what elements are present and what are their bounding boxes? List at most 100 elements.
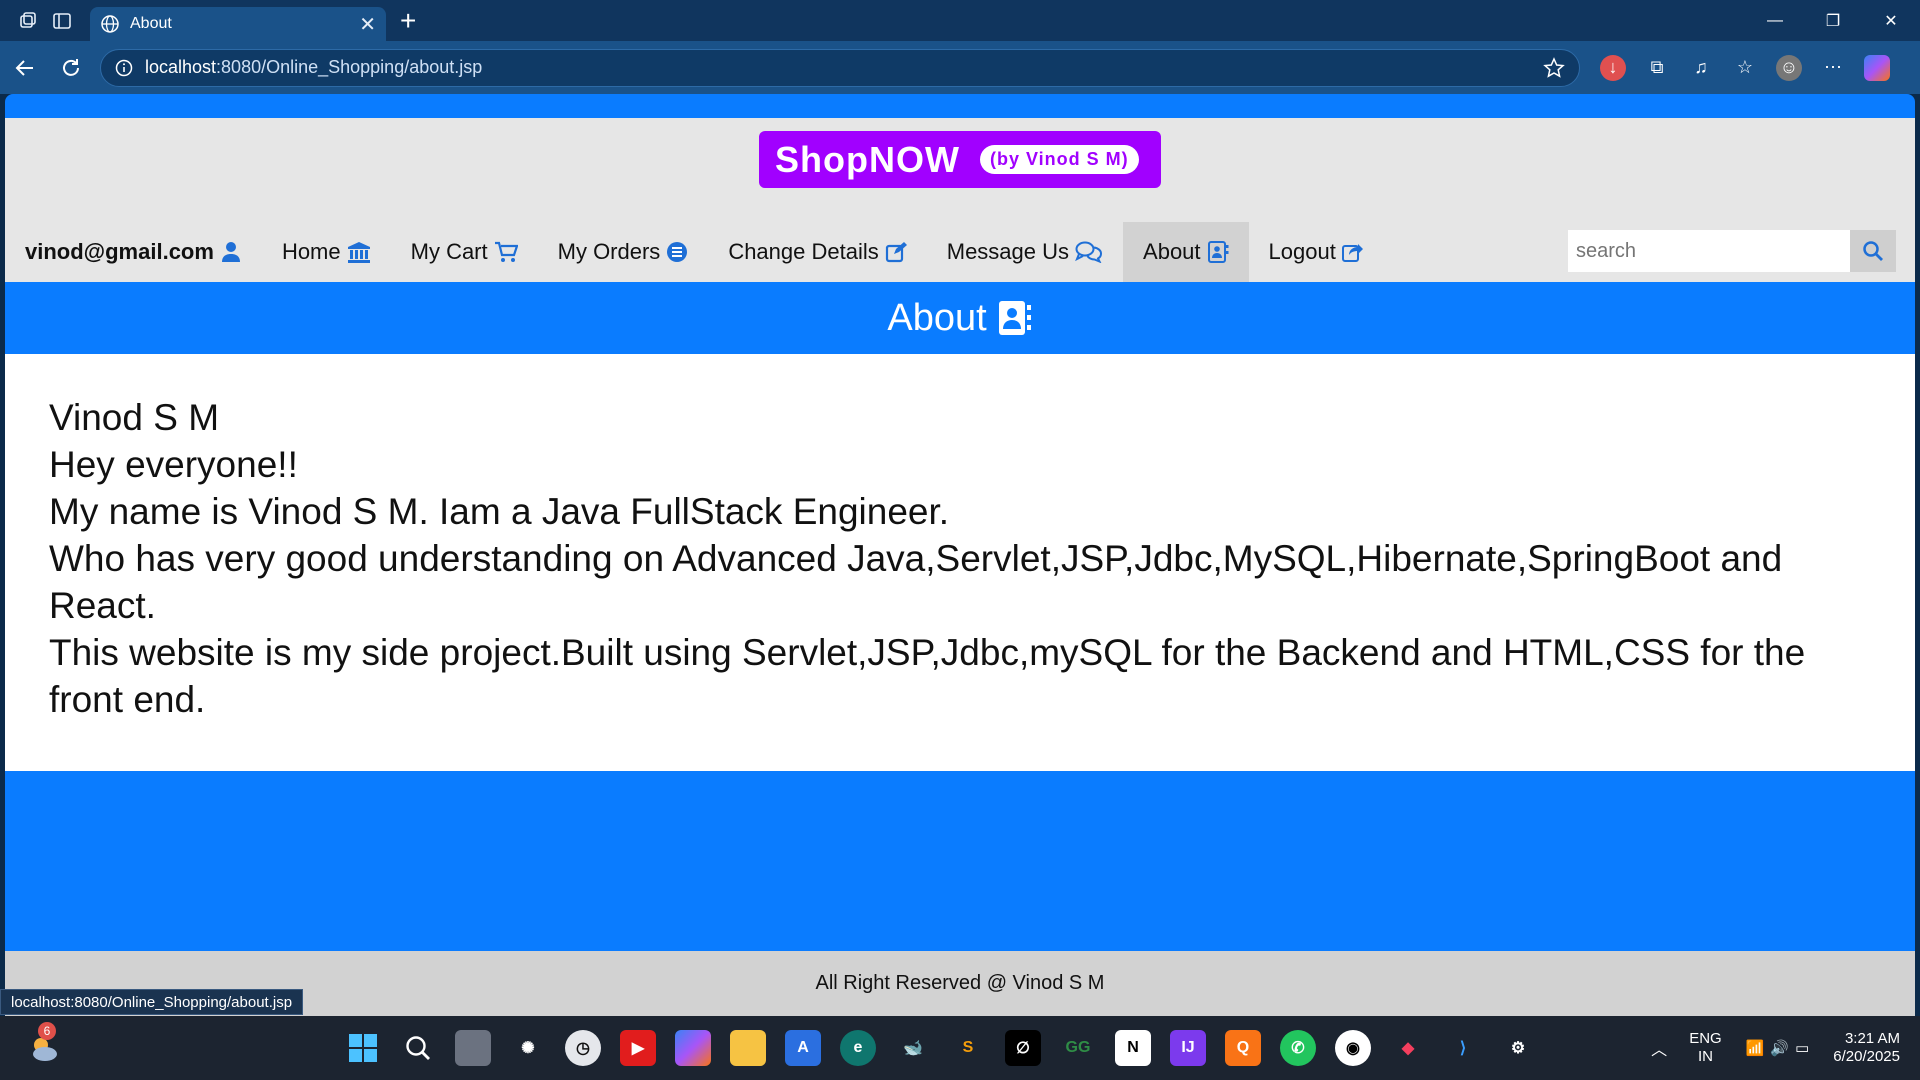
close-window-icon[interactable]: ✕ [1862, 0, 1920, 41]
download-extension-icon[interactable]: ↓ [1600, 54, 1626, 81]
about-greeting: Hey everyone!! [49, 444, 298, 485]
about-skills: Who has very good understanding on Advan… [49, 538, 1783, 626]
git-app-icon[interactable]: ◆ [1390, 1030, 1426, 1066]
menu-logout-label: Logout [1268, 239, 1336, 264]
cursor-app-icon[interactable]: ∅ [1005, 1030, 1041, 1066]
youtube-icon[interactable]: ▶ [620, 1030, 656, 1066]
language-indicator[interactable]: ENG IN [1689, 1030, 1722, 1066]
file-explorer-icon[interactable] [730, 1030, 766, 1066]
cart-icon [494, 241, 518, 262]
start-icon[interactable] [345, 1030, 381, 1066]
list-circle-icon [667, 242, 688, 262]
footer-text: All Right Reserved @ Vinod S M [815, 972, 1105, 994]
menu-message-us[interactable]: Message Us [927, 222, 1123, 282]
search-icon [1863, 241, 1883, 261]
copilot-taskbar-icon[interactable] [675, 1030, 711, 1066]
volume-icon[interactable]: 🔊 [1770, 1039, 1789, 1057]
sublime-icon[interactable]: S [950, 1030, 986, 1066]
wifi-icon[interactable]: 📶 [1746, 1039, 1765, 1057]
search-button[interactable] [1850, 230, 1896, 272]
copilot-icon[interactable] [1864, 54, 1890, 81]
logo-byline: (by Vinod S M) [979, 145, 1139, 174]
clock-time: 3:21 AM [1844, 1030, 1900, 1047]
share-out-icon [1341, 244, 1363, 262]
menu-home[interactable]: Home [262, 222, 391, 282]
menu-message-label: Message Us [946, 239, 1070, 264]
weather-badge: 6 [38, 1022, 56, 1040]
read-aloud-icon[interactable]: ♫ [1688, 55, 1714, 81]
refresh-icon[interactable] [50, 47, 92, 89]
menu-about[interactable]: About [1123, 222, 1249, 282]
about-name: Vinod S M [49, 397, 220, 438]
browser-tab-about[interactable]: About ✕ [90, 7, 386, 41]
clock-app-icon[interactable]: ◷ [565, 1030, 601, 1066]
extensions-area: ↓ ⧉ ♫ ☆ ☺ ⋯ [1600, 54, 1890, 81]
clock[interactable]: 3:21 AM 6/20/2025 [1833, 1030, 1900, 1066]
github-icon[interactable]: ◉ [1335, 1030, 1371, 1066]
user-icon [221, 242, 240, 262]
page-heading-band: About [5, 282, 1915, 354]
clock-date: 6/20/2025 [1833, 1048, 1900, 1065]
page-heading: About [887, 296, 987, 339]
whatsapp-icon[interactable]: ✆ [1280, 1030, 1316, 1066]
edge-browser-icon[interactable]: e [840, 1030, 876, 1066]
web-page: ShopNOW (by Vinod S M) vinod@gmail.com H… [5, 94, 1915, 1016]
menu-logout[interactable]: Logout [1249, 222, 1384, 282]
vscode-icon[interactable]: ⟩ [1445, 1030, 1481, 1066]
q-app-icon[interactable]: Q [1225, 1030, 1261, 1066]
contact-card-icon [1207, 241, 1229, 263]
chatgpt-icon[interactable]: ✺ [510, 1030, 546, 1066]
back-icon[interactable] [4, 47, 46, 89]
new-tab-icon[interactable]: + [400, 6, 416, 35]
window-controls: — ❐ ✕ [1746, 0, 1920, 41]
menu-change-details[interactable]: Change Details [708, 222, 926, 282]
globe-icon [101, 15, 119, 33]
notion-icon[interactable]: N [1115, 1030, 1151, 1066]
site-header: ShopNOW (by Vinod S M) vinod@gmail.com H… [5, 118, 1915, 282]
deepseek-icon[interactable]: 🐋 [895, 1030, 931, 1066]
restore-icon[interactable]: ❐ [1804, 0, 1862, 41]
about-project: This website is my side project.Built us… [49, 632, 1806, 720]
url-text: localhost:8080/Online_Shopping/about.jsp [145, 57, 483, 77]
vertical-tabs-icon[interactable] [48, 7, 76, 35]
status-bar-url: localhost:8080/Online_Shopping/about.jsp [0, 989, 304, 1015]
edit-icon [885, 242, 907, 263]
search-input[interactable] [1568, 230, 1850, 272]
taskbar-apps: ✺ ◷ ▶ A e 🐋 S ∅ GG N IJ Q ✆ ◉ ◆ ⟩ ⚙ [345, 1016, 1536, 1080]
system-tray: ︿ ENG IN 📶 🔊 ▭ 3:21 AM 6/20/2025 [1651, 1016, 1920, 1080]
menu-change-label: Change Details [728, 239, 879, 264]
main-menu: vinod@gmail.com Home My Cart My Orders C… [5, 222, 1384, 282]
user-email: vinod@gmail.com [25, 239, 214, 264]
menu-my-orders[interactable]: My Orders [538, 222, 709, 282]
url-field[interactable]: localhost:8080/Online_Shopping/about.jsp [100, 48, 1580, 87]
site-info-icon[interactable] [115, 59, 133, 77]
chevron-up-icon[interactable]: ︿ [1651, 1036, 1667, 1060]
minimize-icon[interactable]: — [1746, 0, 1804, 41]
menu-my-cart[interactable]: My Cart [391, 222, 538, 282]
site-logo[interactable]: ShopNOW (by Vinod S M) [759, 131, 1161, 188]
task-view-icon[interactable] [455, 1030, 491, 1066]
menu-orders-label: My Orders [557, 239, 661, 264]
workspaces-icon[interactable] [14, 7, 42, 35]
favorites-icon[interactable]: ☆ [1732, 55, 1758, 81]
geeksforgeeks-icon[interactable]: GG [1060, 1030, 1096, 1066]
battery-icon[interactable]: ▭ [1795, 1039, 1809, 1057]
profile-avatar[interactable]: ☺ [1776, 54, 1802, 81]
editor-app-icon[interactable]: A [785, 1030, 821, 1066]
bank-icon [347, 242, 370, 263]
region-code: IN [1697, 1048, 1713, 1065]
extensions-icon[interactable]: ⧉ [1644, 55, 1670, 81]
more-menu-icon[interactable]: ⋯ [1820, 55, 1846, 81]
favorite-star-icon[interactable] [1543, 56, 1565, 79]
menu-home-label: Home [281, 239, 341, 264]
intellij-icon[interactable]: IJ [1170, 1030, 1206, 1066]
search-box [1568, 230, 1902, 272]
search-taskbar-icon[interactable] [400, 1030, 436, 1066]
user-email-link[interactable]: vinod@gmail.com [5, 222, 262, 282]
browser-tab-bar: About ✕ + — ❐ ✕ [0, 0, 1920, 41]
address-toolbar: localhost:8080/Online_Shopping/about.jsp… [0, 41, 1920, 94]
close-tab-icon[interactable]: ✕ [359, 12, 376, 37]
lang-code: ENG [1689, 1030, 1722, 1047]
settings-icon[interactable]: ⚙ [1500, 1030, 1536, 1066]
os-taskbar: 6 ✺ ◷ ▶ A e 🐋 S ∅ GG N IJ Q ✆ ◉ ◆ ⟩ ⚙ ︿ … [0, 1016, 1920, 1080]
